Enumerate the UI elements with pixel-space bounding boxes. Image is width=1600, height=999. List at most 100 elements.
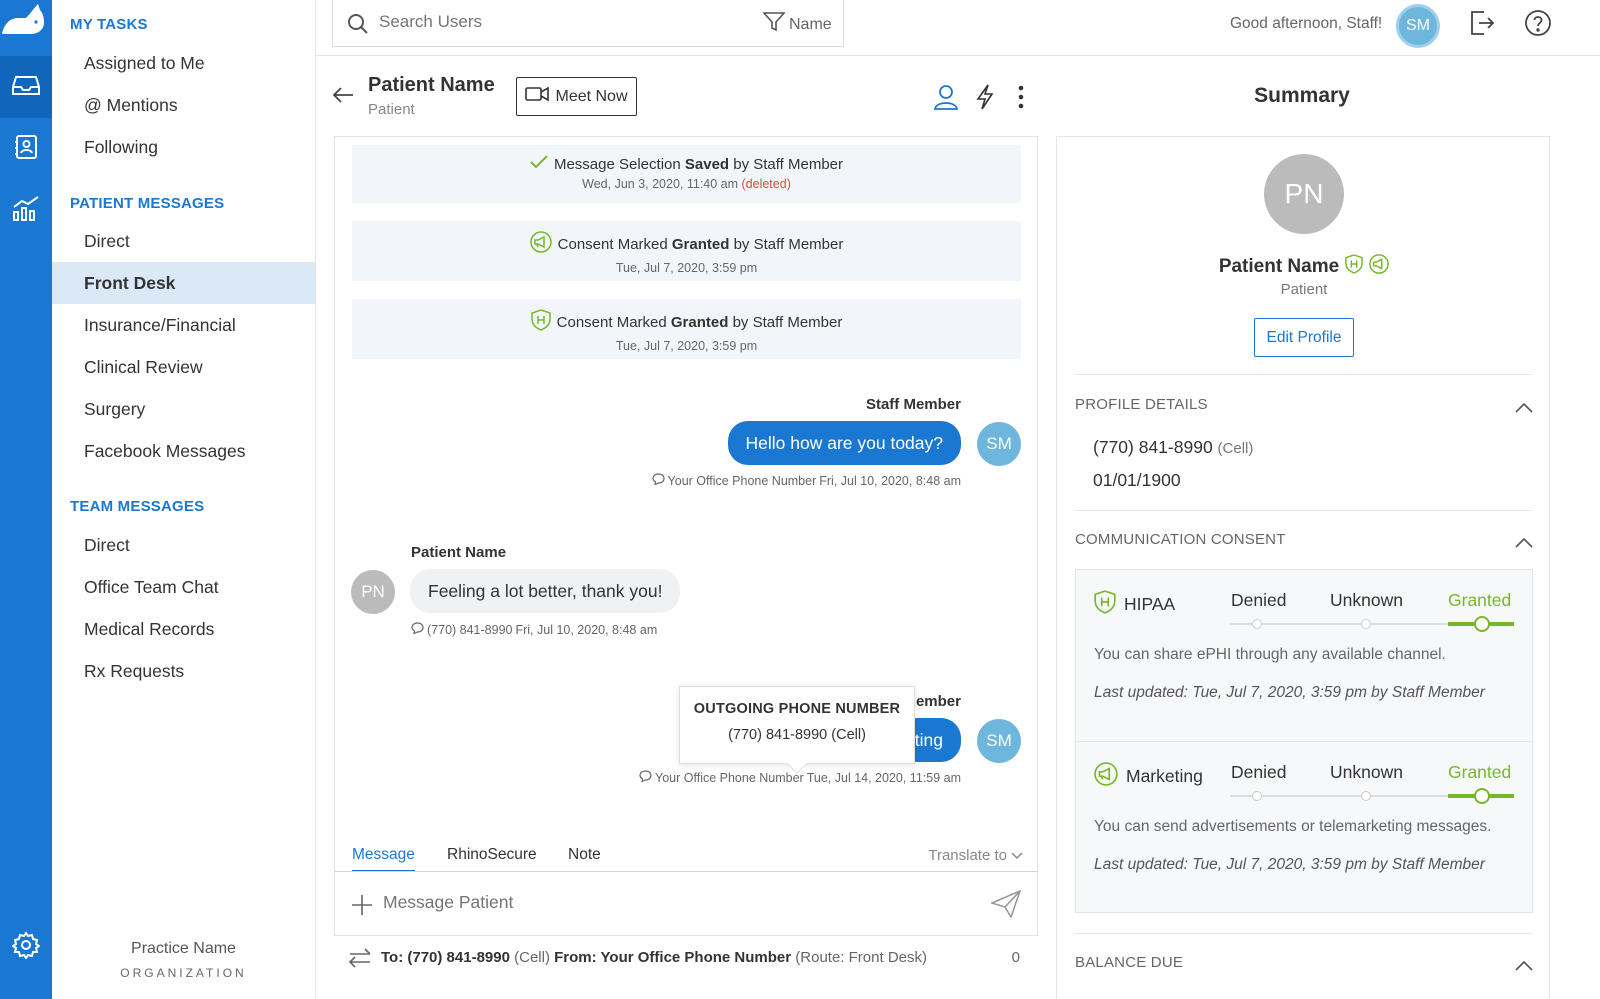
logout-icon[interactable] bbox=[1466, 8, 1496, 43]
message-channel[interactable]: Your Office Phone Number bbox=[655, 771, 804, 785]
route-to-type: (Cell) bbox=[514, 949, 550, 966]
video-camera-icon bbox=[525, 86, 550, 107]
section-patient-messages: PATIENT MESSAGES bbox=[70, 195, 225, 212]
message-time: Fri, Jul 10, 2020, 8:48 am bbox=[819, 473, 961, 488]
back-arrow-icon[interactable] bbox=[332, 86, 354, 109]
nav-item-patient-direct[interactable]: Direct bbox=[52, 220, 315, 262]
nav-item-clinical-review[interactable]: Clinical Review bbox=[52, 346, 315, 388]
event-action: Saved bbox=[684, 155, 730, 173]
message-thread[interactable]: Message Selection Saved by Staff Member … bbox=[334, 136, 1038, 846]
logo-wordmark: rhinogram bbox=[10, 24, 42, 31]
tab-rhinosecure[interactable]: RhinoSecure bbox=[447, 846, 537, 872]
divider bbox=[1075, 510, 1532, 511]
sender-avatar: SM bbox=[977, 719, 1021, 763]
summary-panel[interactable]: PN Patient Name Patient Edit Profile PRO… bbox=[1056, 136, 1550, 999]
route-from: From: Your Office Phone Number bbox=[554, 949, 792, 966]
incoming-message-bubble[interactable]: Feeling a lot better, thank you! bbox=[410, 569, 681, 613]
edit-profile-button[interactable]: Edit Profile bbox=[1254, 318, 1354, 357]
event-text: by Staff Member bbox=[728, 313, 843, 331]
chevron-up-icon[interactable] bbox=[1515, 400, 1533, 418]
communication-consent-header[interactable]: COMMUNICATION CONSENT bbox=[1075, 531, 1286, 548]
consent-option-unknown[interactable]: Unknown bbox=[1330, 762, 1403, 783]
nav-item-following[interactable]: Following bbox=[52, 126, 315, 168]
user-avatar[interactable]: SM bbox=[1396, 4, 1440, 48]
lightning-bolt-icon[interactable] bbox=[976, 84, 994, 115]
nav-item-facebook-messages[interactable]: Facebook Messages bbox=[52, 430, 315, 472]
phone-type: (Cell) bbox=[1217, 440, 1254, 457]
rail-analytics[interactable] bbox=[0, 180, 52, 242]
event-text: Consent Marked bbox=[556, 313, 671, 331]
nav-item-insurance-financial[interactable]: Insurance/Financial bbox=[52, 304, 315, 346]
section-team-messages: TEAM MESSAGES bbox=[70, 498, 205, 515]
tab-note[interactable]: Note bbox=[568, 846, 601, 872]
consent-row-marketing: Marketing Denied Unknown Granted You can… bbox=[1076, 741, 1532, 912]
message-time: Fri, Jul 10, 2020, 8:48 am bbox=[515, 622, 658, 637]
section-my-tasks: MY TASKS bbox=[70, 16, 148, 33]
consent-option-unknown[interactable]: Unknown bbox=[1330, 590, 1403, 611]
filter-label: Name bbox=[789, 15, 832, 33]
message-channel[interactable]: (770) 841-8990 bbox=[427, 623, 512, 637]
nav-item-front-desk[interactable]: Front Desk bbox=[52, 262, 315, 304]
compose-box bbox=[334, 871, 1038, 936]
gear-icon bbox=[11, 930, 41, 964]
meet-now-button[interactable]: Meet Now bbox=[516, 77, 637, 116]
outgoing-message-bubble[interactable]: Hello how are you today? bbox=[727, 421, 961, 465]
message-channel[interactable]: Your Office Phone Number bbox=[668, 474, 817, 488]
conversation-title: Patient Name bbox=[368, 74, 495, 96]
translate-dropdown[interactable]: Translate to bbox=[928, 847, 1023, 864]
nav-item-surgery[interactable]: Surgery bbox=[52, 388, 315, 430]
more-options-icon[interactable] bbox=[1016, 84, 1026, 115]
icon-rail: rhinogram bbox=[0, 0, 52, 999]
route-switch-icon[interactable] bbox=[348, 948, 372, 972]
send-icon[interactable] bbox=[989, 889, 1022, 923]
slider-handle[interactable] bbox=[1474, 788, 1490, 804]
marketing-icon bbox=[1369, 254, 1390, 280]
event-time: Tue, Jul 7, 2020, 3:59 pm bbox=[615, 261, 758, 275]
balance-due-header[interactable]: BALANCE DUE bbox=[1075, 954, 1183, 971]
conversation-subtitle: Patient bbox=[368, 101, 415, 118]
summary-title: Summary bbox=[1254, 84, 1350, 107]
consent-option-denied[interactable]: Denied bbox=[1231, 762, 1286, 783]
message-input[interactable] bbox=[383, 892, 943, 913]
conversation-header: Patient Name Patient Meet Now bbox=[316, 56, 1046, 136]
sender-avatar: PN bbox=[351, 570, 395, 614]
nav-item-team-direct[interactable]: Direct bbox=[52, 524, 315, 566]
help-icon[interactable] bbox=[1524, 9, 1552, 42]
patient-type: Patient bbox=[1280, 281, 1328, 298]
speech-bubble-icon bbox=[639, 770, 652, 785]
slider-handle[interactable] bbox=[1474, 616, 1490, 632]
search-filter-dropdown[interactable]: Name bbox=[762, 12, 832, 37]
nav-item-mentions[interactable]: @ Mentions bbox=[52, 84, 315, 126]
user-search: Name bbox=[332, 0, 844, 47]
slider-dot bbox=[1252, 791, 1262, 801]
consent-option-granted[interactable]: Granted bbox=[1448, 590, 1511, 611]
plus-icon[interactable] bbox=[351, 894, 373, 921]
nav-item-rx-requests[interactable]: Rx Requests bbox=[52, 650, 315, 692]
consent-option-granted[interactable]: Granted bbox=[1448, 762, 1511, 783]
consent-name: HIPAA bbox=[1124, 594, 1176, 614]
profile-icon[interactable] bbox=[933, 84, 959, 115]
nav-item-assigned-to-me[interactable]: Assigned to Me bbox=[52, 42, 315, 84]
event-time: Wed, Jun 3, 2020, 11:40 am bbox=[582, 177, 739, 191]
marketing-icon bbox=[1094, 762, 1118, 791]
rail-inbox[interactable] bbox=[0, 56, 52, 118]
consent-slider[interactable] bbox=[1230, 788, 1514, 804]
route-to: To: (770) 841-8990 bbox=[381, 949, 510, 966]
rhinogram-logo[interactable]: rhinogram bbox=[0, 0, 52, 48]
consent-option-denied[interactable]: Denied bbox=[1231, 590, 1286, 611]
nav-item-office-team-chat[interactable]: Office Team Chat bbox=[52, 566, 315, 608]
chevron-up-icon[interactable] bbox=[1515, 535, 1533, 553]
thread-event: Message Selection Saved by Staff Member … bbox=[352, 145, 1021, 203]
chevron-up-icon[interactable] bbox=[1515, 958, 1533, 976]
rail-settings[interactable] bbox=[0, 916, 52, 978]
event-action: Granted bbox=[670, 313, 729, 331]
chevron-down-icon bbox=[1011, 847, 1023, 864]
consent-slider[interactable] bbox=[1230, 616, 1514, 632]
slider-dot bbox=[1252, 619, 1262, 629]
rail-contacts[interactable] bbox=[0, 118, 52, 180]
profile-details-header[interactable]: PROFILE DETAILS bbox=[1075, 396, 1208, 413]
nav-item-medical-records[interactable]: Medical Records bbox=[52, 608, 315, 650]
search-input[interactable] bbox=[379, 12, 709, 32]
consent-updated: Last updated: Tue, Jul 7, 2020, 3:59 pm … bbox=[1094, 856, 1485, 873]
tab-message[interactable]: Message bbox=[352, 846, 415, 872]
